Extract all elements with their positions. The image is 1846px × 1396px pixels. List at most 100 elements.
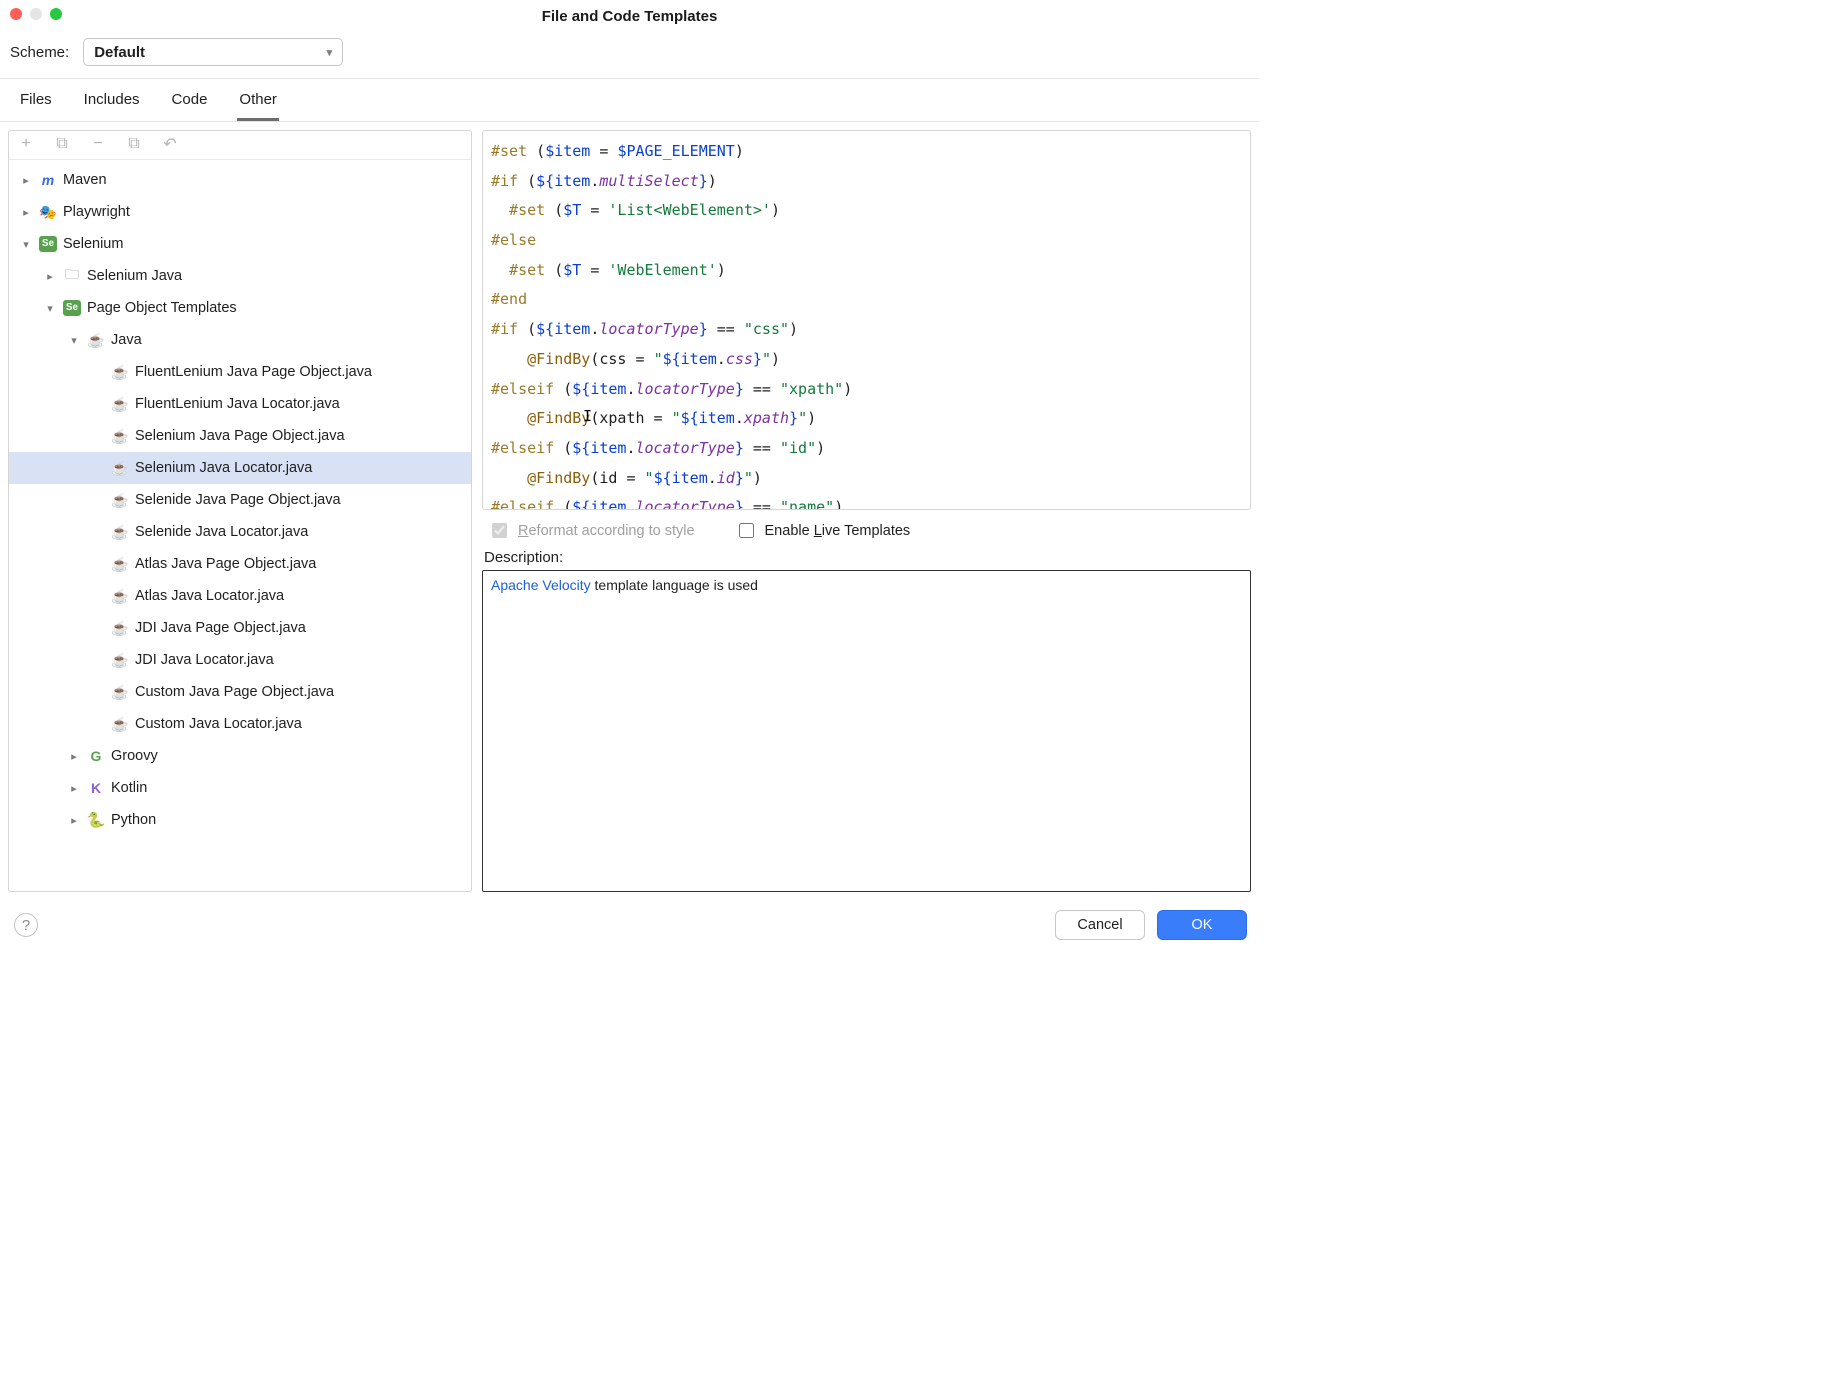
tree-item-label: Atlas Java Page Object.java bbox=[135, 556, 316, 572]
tree-item-label: Selenide Java Page Object.java bbox=[135, 492, 341, 508]
help-button[interactable]: ? bbox=[14, 913, 38, 937]
tree-leaf[interactable]: ☕ Atlas Java Page Object.java bbox=[9, 548, 471, 580]
tree-item-label: Python bbox=[111, 812, 156, 828]
tree-item-label: Groovy bbox=[111, 748, 158, 764]
window-minimize-icon[interactable] bbox=[30, 8, 42, 20]
scheme-label: Scheme: bbox=[10, 44, 69, 61]
tree-leaf[interactable]: ☕ FluentLenium Java Page Object.java bbox=[9, 356, 471, 388]
copy-button[interactable]: ⧉ bbox=[125, 135, 143, 153]
ic-java-icon: ☕ bbox=[111, 459, 129, 477]
template-code-editor[interactable]: #set ($item = $PAGE_ELEMENT)#if (${item.… bbox=[482, 130, 1251, 510]
tree-node[interactable]: ▾☕Java bbox=[9, 324, 471, 356]
window-close-icon[interactable] bbox=[10, 8, 22, 20]
tree-node[interactable]: ▸🎭Playwright bbox=[9, 196, 471, 228]
window-maximize-icon[interactable] bbox=[50, 8, 62, 20]
tree-item-label: Kotlin bbox=[111, 780, 147, 796]
tree-leaf[interactable]: ☕ JDI Java Page Object.java bbox=[9, 612, 471, 644]
tree-leaf[interactable]: ☕Selenide Java Page Object.java bbox=[9, 484, 471, 516]
template-editor-panel: #set ($item = $PAGE_ELEMENT)#if (${item.… bbox=[482, 130, 1251, 892]
arrow-collapsed-icon[interactable]: ▸ bbox=[19, 206, 33, 219]
titlebar: File and Code Templates bbox=[0, 0, 1259, 28]
cancel-button[interactable]: Cancel bbox=[1055, 910, 1145, 940]
reformat-checkbox: Reformat according to style bbox=[488, 520, 695, 541]
tree-item-label: Custom Java Locator.java bbox=[135, 716, 302, 732]
tree-leaf[interactable]: ☕Atlas Java Locator.java bbox=[9, 580, 471, 612]
remove-button[interactable]: − bbox=[89, 135, 107, 153]
ok-button[interactable]: OK bbox=[1157, 910, 1247, 940]
ic-java-icon: ☕ bbox=[111, 683, 129, 701]
arrow-collapsed-icon[interactable]: ▸ bbox=[19, 174, 33, 187]
tab-code[interactable]: Code bbox=[170, 79, 210, 121]
arrow-expanded-icon[interactable]: ▾ bbox=[19, 238, 33, 251]
ic-java-icon: ☕ bbox=[111, 363, 129, 381]
description-text: template language is used bbox=[591, 577, 758, 593]
arrow-collapsed-icon[interactable]: ▸ bbox=[43, 270, 57, 283]
tab-other[interactable]: Other bbox=[237, 79, 279, 121]
arrow-collapsed-icon[interactable]: ▸ bbox=[67, 814, 81, 827]
tree-leaf[interactable]: ☕ Custom Java Locator.java bbox=[9, 708, 471, 740]
tree-item-label: Selenium bbox=[63, 236, 123, 252]
ic-se-green-icon: Se bbox=[39, 236, 57, 252]
template-list-panel: + ⧉ − ⧉ ↶ ▸mMaven▸🎭Playwright▾SeSelenium… bbox=[8, 130, 472, 892]
ic-java-icon: ☕ bbox=[111, 715, 129, 733]
arrow-expanded-icon[interactable]: ▾ bbox=[43, 302, 57, 315]
description-label: Description: bbox=[482, 543, 1251, 570]
tree-leaf[interactable]: ☕Custom Java Page Object.java bbox=[9, 676, 471, 708]
arrow-expanded-icon[interactable]: ▾ bbox=[67, 334, 81, 347]
ic-kotlin-icon: K bbox=[87, 779, 105, 797]
tree-item-label: JDI Java Page Object.java bbox=[135, 620, 306, 636]
add-button[interactable]: + bbox=[17, 135, 35, 153]
window-controls bbox=[10, 8, 62, 20]
ic-python-icon: 🐍 bbox=[87, 811, 105, 829]
live-templates-checkbox[interactable]: Enable Live Templates bbox=[735, 520, 911, 541]
ic-java-icon: ☕ bbox=[111, 555, 129, 573]
ic-java-icon: ☕ bbox=[111, 427, 129, 445]
tree-leaf[interactable]: ☕ FluentLenium Java Locator.java bbox=[9, 388, 471, 420]
description-link[interactable]: Apache Velocity bbox=[491, 577, 591, 593]
tree-item-label: Selenide Java Locator.java bbox=[135, 524, 308, 540]
reformat-checkbox-input bbox=[492, 523, 507, 538]
footer-buttons: Cancel OK bbox=[1055, 910, 1247, 940]
tree-leaf[interactable]: ☕JDI Java Locator.java bbox=[9, 644, 471, 676]
ic-folder-icon: 🗀 bbox=[63, 267, 81, 285]
live-templates-checkbox-input[interactable] bbox=[739, 523, 754, 538]
tree-item-label: FluentLenium Java Locator.java bbox=[135, 396, 340, 412]
scheme-value: Default bbox=[94, 44, 145, 61]
tree-node[interactable]: ▸🗀Selenium Java bbox=[9, 260, 471, 292]
tree-leaf[interactable]: ☕Selenium Java Locator.java bbox=[9, 452, 471, 484]
template-tree[interactable]: ▸mMaven▸🎭Playwright▾SeSelenium▸🗀Selenium… bbox=[9, 160, 471, 891]
ic-maven-icon: m bbox=[39, 171, 57, 189]
tab-files[interactable]: Files bbox=[18, 79, 54, 121]
scheme-dropdown[interactable]: Default ▾ bbox=[83, 38, 343, 66]
undo-button[interactable]: ↶ bbox=[161, 135, 179, 153]
tree-item-label: JDI Java Locator.java bbox=[135, 652, 274, 668]
tree-leaf[interactable]: ☕ Selenium Java Page Object.java bbox=[9, 420, 471, 452]
chevron-down-icon: ▾ bbox=[327, 46, 333, 59]
tree-item-label: Atlas Java Locator.java bbox=[135, 588, 284, 604]
tree-leaf[interactable]: ☕Selenide Java Locator.java bbox=[9, 516, 471, 548]
ic-java-icon: ☕ bbox=[111, 395, 129, 413]
arrow-collapsed-icon[interactable]: ▸ bbox=[67, 750, 81, 763]
ic-pw-icon: 🎭 bbox=[39, 203, 57, 221]
arrow-collapsed-icon[interactable]: ▸ bbox=[67, 782, 81, 795]
tab-includes[interactable]: Includes bbox=[82, 79, 142, 121]
tree-item-label: Selenium Java Page Object.java bbox=[135, 428, 345, 444]
tree-item-label: Page Object Templates bbox=[87, 300, 237, 316]
tree-node[interactable]: ▾ Se Selenium bbox=[9, 228, 471, 260]
tree-node[interactable]: ▸ G Groovy bbox=[9, 740, 471, 772]
dialog-footer: ? Cancel OK bbox=[0, 900, 1259, 952]
ic-groovy-icon: G bbox=[87, 747, 105, 765]
scheme-row: Scheme: Default ▾ bbox=[0, 28, 1259, 79]
tree-node[interactable]: ▾SePage Object Templates bbox=[9, 292, 471, 324]
add-group-button[interactable]: ⧉ bbox=[53, 135, 71, 153]
ic-java-icon: ☕ bbox=[87, 331, 105, 349]
tabs: Files Includes Code Other bbox=[0, 79, 1259, 122]
ic-java-icon: ☕ bbox=[111, 619, 129, 637]
tree-node[interactable]: ▸ 🐍 Python bbox=[9, 804, 471, 836]
tree-node[interactable]: ▸ K Kotlin bbox=[9, 772, 471, 804]
tree-node[interactable]: ▸mMaven bbox=[9, 164, 471, 196]
dialog-file-and-code-templates: File and Code Templates Scheme: Default … bbox=[0, 0, 1259, 952]
main-split: + ⧉ − ⧉ ↶ ▸mMaven▸🎭Playwright▾SeSelenium… bbox=[0, 122, 1259, 900]
tree-item-label: FluentLenium Java Page Object.java bbox=[135, 364, 372, 380]
template-toolbar: + ⧉ − ⧉ ↶ bbox=[9, 131, 471, 160]
